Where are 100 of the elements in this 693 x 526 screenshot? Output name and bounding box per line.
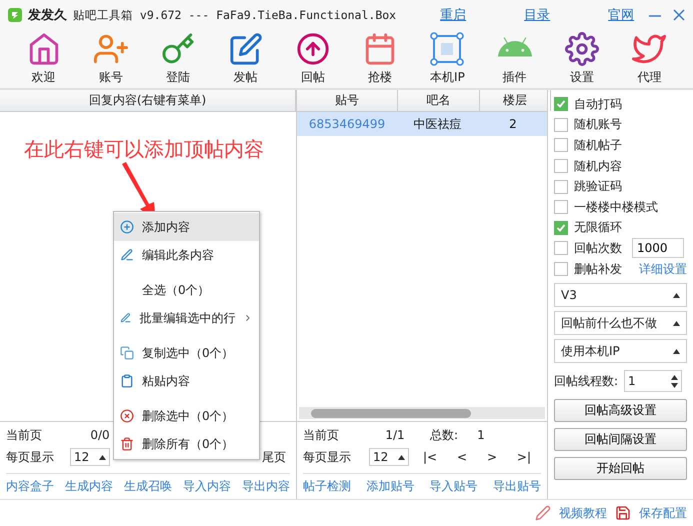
copy-icon [120,346,134,360]
pager-button[interactable]: |< [418,450,442,464]
title-link[interactable]: 官网 [608,6,634,24]
per-page-label: 每页显示 [6,448,55,466]
menu-item[interactable]: 全选（0个） [114,269,259,304]
toolbar-button[interactable]: 本机IP [419,32,476,86]
action-link[interactable]: 帖子检测 [303,478,351,495]
checkbox[interactable] [554,241,568,256]
menu-item[interactable]: 复制选中（0个） [114,332,259,367]
title-link[interactable]: 重启 [440,6,466,24]
checkbox-label: 随机账号 [574,116,622,134]
action-link[interactable]: 导入贴号 [430,478,478,495]
window-title: 贴吧工具箱 v9.672 --- FaFa9.TieBa.Functional.Box [73,8,396,22]
user-plus-icon [94,32,128,66]
paste-icon [120,374,134,388]
action-link[interactable]: 导入内容 [183,478,231,495]
edit-icon [120,248,134,262]
checkbox-label: 自动打码 [574,96,622,113]
action-link[interactable]: 导出贴号 [492,478,541,495]
plus-circle-icon [120,220,134,234]
caret-icon [99,454,106,460]
table-cell-text: 2 [508,117,518,131]
checkbox[interactable] [554,138,568,152]
menu-item[interactable]: 添加内容 [114,213,259,241]
trash-icon [120,437,134,451]
bird-icon [632,32,666,66]
footer-link[interactable]: 视频教程 [559,504,607,522]
gear-icon [565,32,600,66]
toolbar-button[interactable]: 插件 [486,32,543,86]
menu-item[interactable]: 编辑此条内容 [114,241,259,269]
count-input[interactable]: 1000 [632,238,684,258]
pager-button[interactable]: > [482,450,501,464]
settings-link[interactable]: 详细设置 [639,260,687,278]
delete-icon [120,409,134,423]
checkbox-label: 无限循环 [574,219,622,236]
pencil-icon [535,505,551,521]
table-cell-text: 中医祛痘 [412,116,462,132]
toolbar-button[interactable]: 账号 [82,32,139,86]
dropdown[interactable]: V3 [554,283,687,308]
edit-icon [120,311,132,325]
page-value: 1/1 [384,428,406,442]
action-link[interactable]: 导出内容 [242,478,290,495]
table-cell-text: 6853469499 [308,117,386,131]
checkbox-label: 删帖补发 [574,260,622,278]
footer-link[interactable]: 保存配置 [639,504,687,522]
caret-icon [673,320,680,326]
table-row[interactable]: 6853469499 中医祛痘 2 [297,112,547,136]
pager-button[interactable]: 尾页 [258,448,290,466]
menu-item[interactable]: 删除选中（0个） [114,395,259,430]
dropdown[interactable]: 使用本机IP [554,339,687,364]
action-button[interactable]: 开始回帖 [554,457,687,480]
checkbox[interactable] [554,180,568,194]
checkbox[interactable] [554,97,568,112]
title-link[interactable]: 目录 [524,6,550,24]
app-logo-icon [8,8,22,22]
menu-item[interactable]: 粘贴内容 [114,367,259,395]
checkbox[interactable] [554,220,568,235]
checkbox-label: 一楼楼中楼模式 [574,198,658,216]
action-link[interactable]: 生成内容 [65,478,113,495]
toolbar-button[interactable]: 欢迎 [16,32,72,86]
caret-icon [398,454,405,460]
horizontal-scrollbar[interactable] [299,407,545,419]
action-button[interactable]: 回帖高级设置 [554,399,687,422]
checkbox[interactable] [554,262,568,276]
caret-icon [673,348,680,354]
menu-item[interactable]: 批量编辑选中的行 [114,304,259,332]
column-header: 吧名 [398,90,480,111]
dropdown[interactable]: 回帖前什么也不做 [554,311,687,336]
total-label: 总数: [428,426,460,444]
document-pen-icon [228,32,263,66]
page-label: 当前页 [303,426,340,444]
checkbox[interactable] [554,200,568,214]
action-link[interactable]: 内容盒子 [6,478,54,495]
action-link[interactable]: 生成召唤 [124,478,172,495]
checkbox[interactable] [554,159,568,174]
thread-count-label: 回帖线程数: [554,372,618,390]
toolbar-button[interactable]: 抢楼 [352,32,408,86]
pager-button[interactable]: >| [512,450,536,464]
column-header: 楼层 [480,90,551,111]
pager-button[interactable]: < [452,450,472,464]
app-name: 发发久 [28,7,67,24]
per-page-spinner[interactable]: 12 [369,448,409,466]
toolbar-button[interactable]: 发帖 [218,32,274,86]
checkbox-label: 回帖次数 [574,240,622,257]
checkbox[interactable] [554,118,568,132]
column-header: 回复内容(右键有菜单) [0,90,296,111]
thread-count-spinner[interactable]: 1 [624,370,682,392]
per-page-spinner[interactable]: 12 [70,448,110,466]
close-icon[interactable] [673,9,685,21]
toolbar-button[interactable]: 回帖 [284,32,341,86]
menu-item[interactable]: 删除所有（0个） [114,430,259,458]
toolbar-button[interactable]: 代理 [621,32,678,86]
annotation-text: 在此右键可以添加顶帖内容 [24,136,264,163]
toolbar-button[interactable]: 设置 [554,32,610,86]
action-link[interactable]: 添加贴号 [366,478,414,495]
page-label: 当前页 [6,426,43,444]
action-button[interactable]: 回帖间隔设置 [554,428,687,452]
toolbar-button[interactable]: 登陆 [150,32,206,86]
page-value: 0/0 [89,428,111,442]
caret-icon [673,292,680,298]
